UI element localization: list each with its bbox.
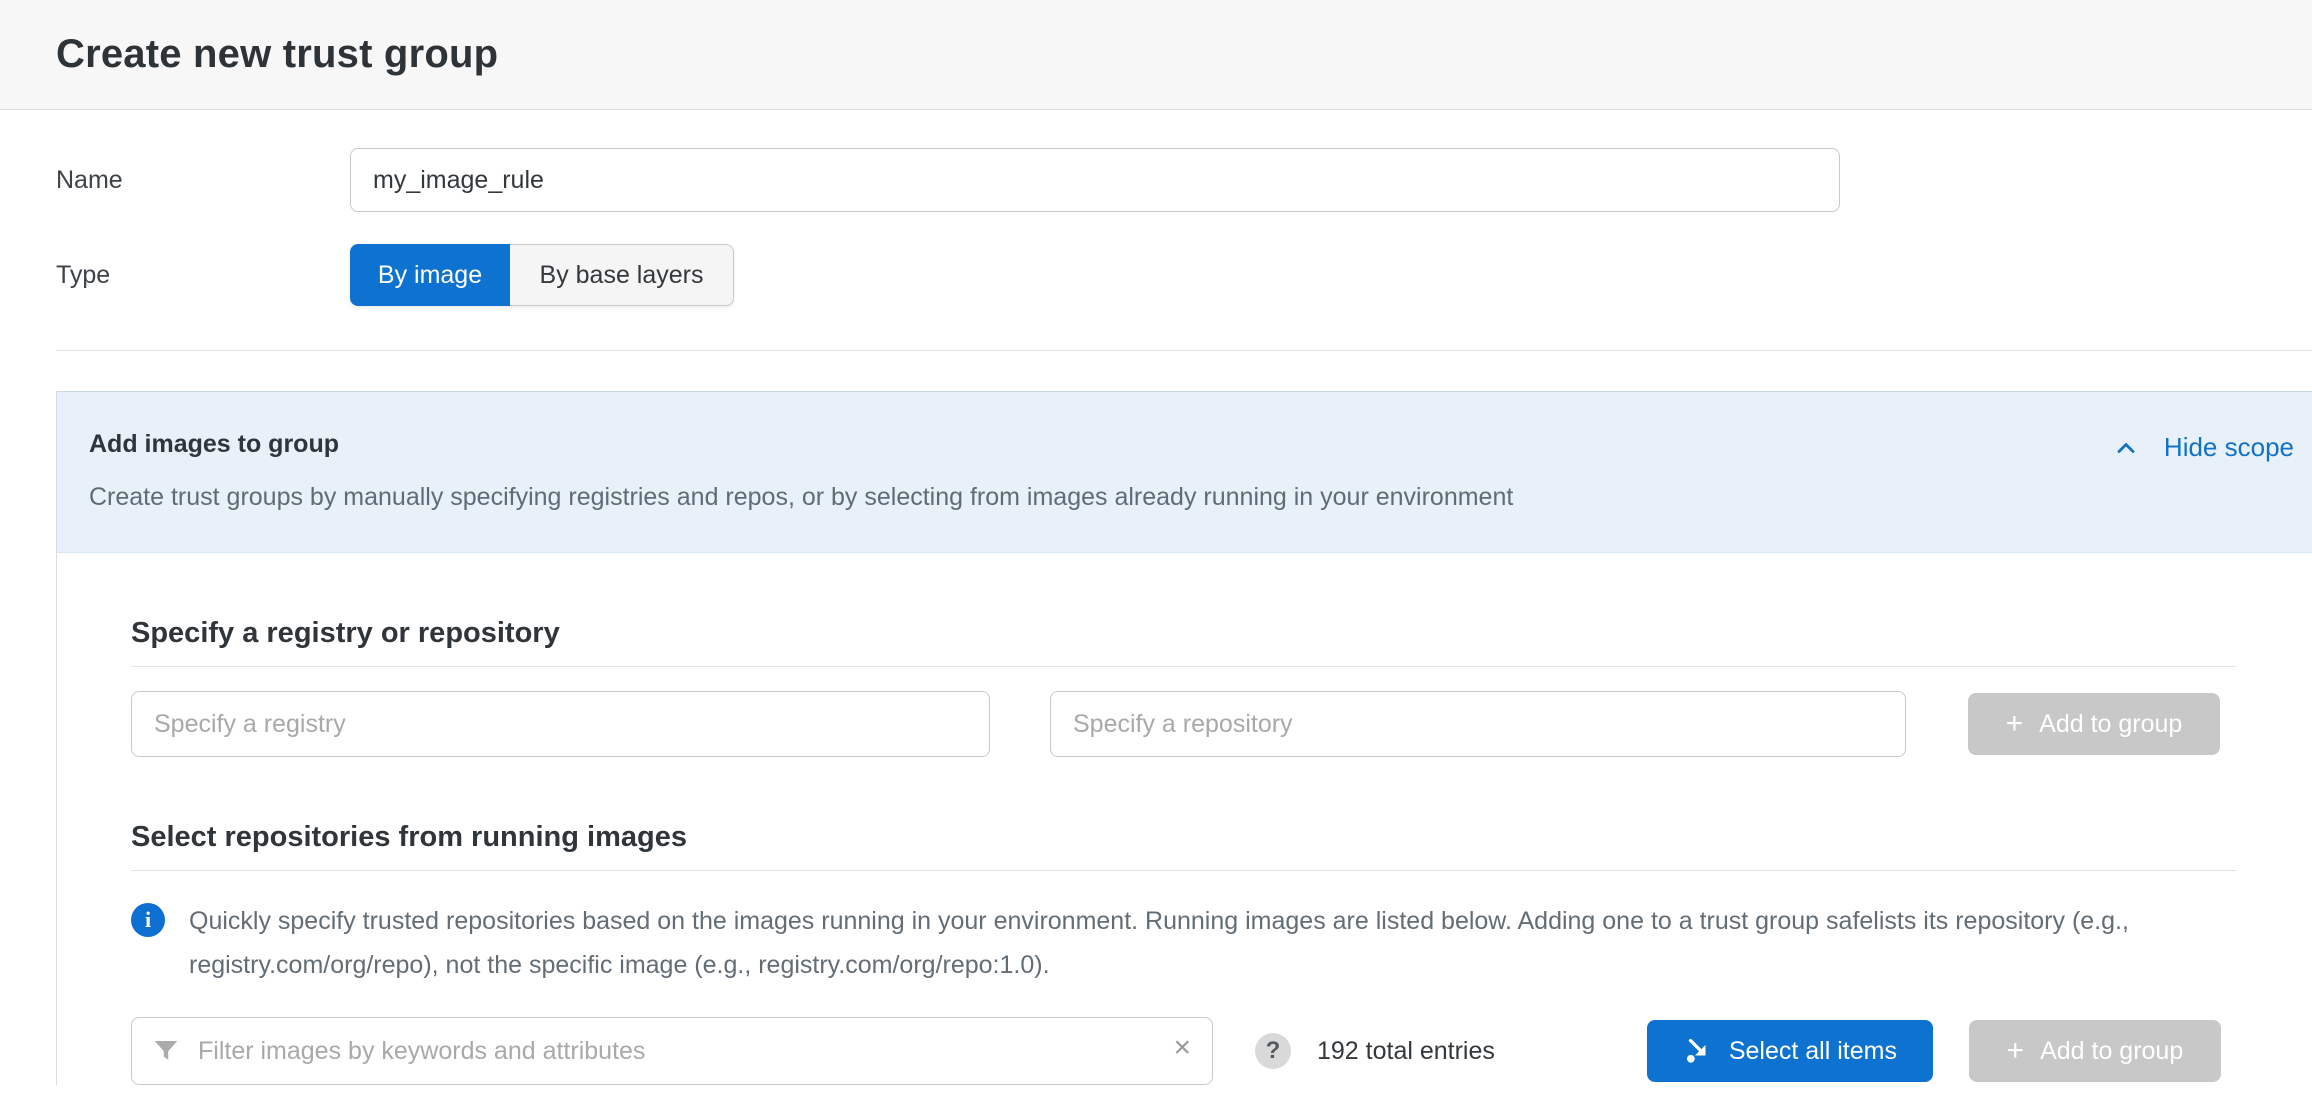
section-divider: [56, 350, 2312, 351]
type-option-by-image[interactable]: By image: [350, 244, 510, 306]
name-row: Name: [56, 148, 2312, 212]
type-label: Type: [56, 261, 350, 290]
filter-add-to-group-button[interactable]: + Add to group: [1969, 1020, 2221, 1082]
select-all-items-button[interactable]: Select all items: [1647, 1020, 1933, 1082]
filter-row: × ? 192 total entries Select all items +…: [131, 1017, 2236, 1085]
info-text: Quickly specify trusted repositories bas…: [189, 899, 2139, 987]
filter-images-input[interactable]: [131, 1017, 1213, 1085]
total-entries-text: 192 total entries: [1317, 1037, 1495, 1066]
info-icon: i: [131, 903, 165, 937]
filter-input-wrap: ×: [131, 1017, 1213, 1085]
select-all-label: Select all items: [1729, 1037, 1897, 1066]
scope-content: Specify a registry or repository + Add t…: [57, 617, 2312, 1085]
page-header: Create new trust group: [0, 0, 2312, 110]
add-to-group-label: Add to group: [2040, 1037, 2183, 1066]
chevron-up-icon: [2112, 434, 2140, 462]
add-to-group-label: Add to group: [2039, 710, 2182, 739]
filter-funnel-icon: [151, 1036, 181, 1071]
type-option-by-base-layers[interactable]: By base layers: [510, 244, 734, 306]
name-input[interactable]: [350, 148, 1840, 212]
banner-title: Add images to group: [89, 430, 2296, 459]
info-row: i Quickly specify trusted repositories b…: [131, 899, 2236, 987]
repository-input[interactable]: [1050, 691, 1906, 757]
trust-group-form: Name Type By image By base layers: [0, 148, 2312, 306]
page-title: Create new trust group: [56, 32, 498, 77]
hide-scope-label: Hide scope: [2164, 432, 2294, 463]
plus-icon: +: [2006, 709, 2024, 739]
type-row: Type By image By base layers: [56, 244, 2312, 306]
banner-description: Create trust groups by manually specifyi…: [89, 483, 2296, 512]
running-images-section-heading: Select repositories from running images: [131, 821, 2236, 871]
scope-section: Add images to group Create trust groups …: [56, 391, 2312, 1085]
name-label: Name: [56, 166, 350, 195]
clear-filter-icon[interactable]: ×: [1173, 1031, 1191, 1065]
registry-inputs-row: + Add to group: [131, 691, 2236, 757]
help-icon[interactable]: ?: [1255, 1033, 1291, 1069]
plus-icon: +: [2007, 1036, 2025, 1066]
select-all-icon: [1683, 1036, 1713, 1066]
registry-add-to-group-button[interactable]: + Add to group: [1968, 693, 2220, 755]
registry-input[interactable]: [131, 691, 990, 757]
hide-scope-toggle[interactable]: Hide scope: [2112, 432, 2294, 463]
registry-section-heading: Specify a registry or repository: [131, 617, 2236, 667]
type-segmented-control: By image By base layers: [350, 244, 734, 306]
add-images-banner: Add images to group Create trust groups …: [57, 391, 2312, 553]
